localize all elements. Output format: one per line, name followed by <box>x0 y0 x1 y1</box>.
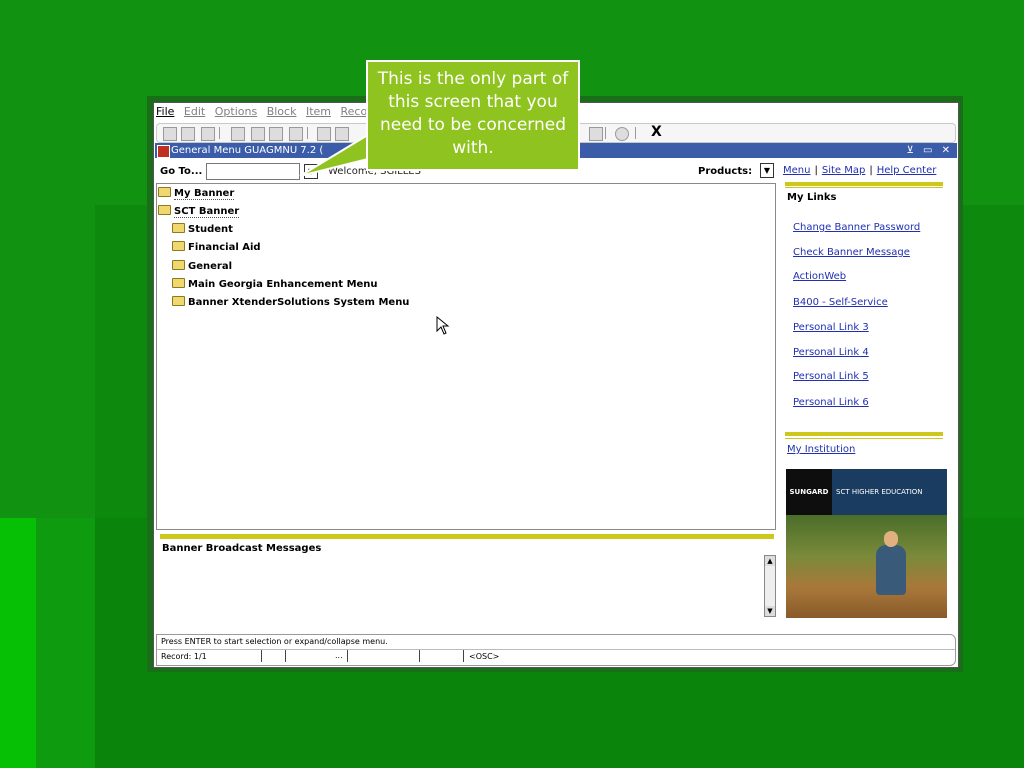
site-map-link[interactable]: Site Map <box>822 165 865 176</box>
folder-icon <box>172 278 185 288</box>
my-institution-link[interactable]: My Institution <box>787 444 855 455</box>
accent-bar <box>785 187 943 188</box>
status-divider <box>157 649 955 650</box>
toolbar-separator <box>635 127 636 139</box>
menu-file[interactable]: File <box>156 105 174 118</box>
link-actionweb[interactable]: ActionWeb <box>793 271 846 282</box>
accent-bar <box>785 438 943 439</box>
tree-item-label: Student <box>188 224 233 235</box>
sungard-logo: SUNGARD <box>786 469 832 515</box>
student-figure <box>876 531 906 595</box>
rollback-icon[interactable] <box>181 127 195 141</box>
window-controls[interactable]: ⊻ ▭ ✕ <box>906 143 953 158</box>
record-indicator: Record: 1/1 <box>161 652 207 661</box>
tree-item-label: SCT Banner <box>174 206 240 218</box>
scroll-up-icon[interactable]: ▲ <box>765 556 775 566</box>
status-separator <box>419 650 420 662</box>
sungard-subtitle: SCT HIGHER EDUCATION <box>836 488 923 496</box>
link-personal-4[interactable]: Personal Link 4 <box>793 347 869 358</box>
link-personal-5[interactable]: Personal Link 5 <box>793 371 869 382</box>
tree-item-label: Main Georgia Enhancement Menu <box>188 279 378 290</box>
status-mode: <OSC> <box>469 652 500 661</box>
status-bar: Press ENTER to start selection or expand… <box>156 634 956 666</box>
status-separator <box>347 650 348 662</box>
link-personal-6[interactable]: Personal Link 6 <box>793 397 869 408</box>
tree-item-label: My Banner <box>174 188 235 200</box>
status-separator <box>261 650 262 662</box>
scroll-down-icon[interactable]: ▼ <box>765 606 775 616</box>
status-message: Press ENTER to start selection or expand… <box>161 637 388 646</box>
clear-record-icon[interactable] <box>269 127 283 141</box>
form-title: General Menu GUAGMNU 7.2 ( <box>171 145 324 156</box>
search-icon[interactable] <box>317 127 331 141</box>
tree-item-label: Banner XtenderSolutions System Menu <box>188 297 410 308</box>
exit-button[interactable]: X <box>651 124 662 140</box>
select-icon[interactable] <box>201 127 215 141</box>
tree-item-xtender[interactable]: Banner XtenderSolutions System Menu <box>172 296 409 308</box>
my-links-title: My Links <box>787 192 837 203</box>
folder-open-icon <box>158 205 171 215</box>
accent-bar <box>785 432 943 436</box>
tree-item-georgia-enhancement[interactable]: Main Georgia Enhancement Menu <box>172 278 378 290</box>
status-separator <box>463 650 464 662</box>
link-check-message[interactable]: Check Banner Message <box>793 247 910 258</box>
tree-item-sct-banner[interactable]: SCT Banner <box>158 205 240 218</box>
status-separator <box>285 650 286 662</box>
menu-link[interactable]: Menu <box>783 165 810 176</box>
app-icon <box>157 145 170 158</box>
link-separator: | <box>814 165 818 176</box>
toolbar-separator <box>219 127 220 139</box>
insert-record-icon[interactable] <box>231 127 245 141</box>
accent-bar <box>160 534 774 539</box>
background-block <box>0 518 36 768</box>
folder-icon <box>172 223 185 233</box>
top-links: Menu | Site Map | Help Center <box>783 165 936 176</box>
mouse-cursor-icon <box>436 316 450 335</box>
broadcast-title: Banner Broadcast Messages <box>162 543 322 554</box>
products-label: Products: <box>698 166 753 177</box>
student-head <box>884 531 898 547</box>
goto-label: Go To... <box>160 166 203 177</box>
callout-box: This is the only part of this screen tha… <box>366 60 580 171</box>
link-personal-3[interactable]: Personal Link 3 <box>793 322 869 333</box>
menu-tree: My Banner SCT Banner Student Financial A… <box>156 183 776 530</box>
goto-input[interactable] <box>206 163 300 180</box>
print-icon[interactable] <box>289 127 303 141</box>
accent-bar <box>785 182 943 186</box>
right-panel: Menu | Site Map | Help Center My Links Chang… <box>783 163 947 633</box>
sungard-banner[interactable]: SUNGARD SCT HIGHER EDUCATION <box>786 469 947 515</box>
toolbar-separator <box>307 127 308 139</box>
broadcast-scrollbar[interactable]: ▲ ▼ <box>764 555 776 617</box>
banner-window: File Edit Options Block Item Record Q X … <box>153 102 959 668</box>
link-change-password[interactable]: Change Banner Password <box>793 222 920 233</box>
menu-block[interactable]: Block <box>267 105 297 118</box>
menu-options[interactable]: Options <box>215 105 257 118</box>
background-block <box>36 518 95 768</box>
menu-item[interactable]: Item <box>306 105 331 118</box>
tree-item-financial-aid[interactable]: Financial Aid <box>172 241 261 253</box>
link-self-service[interactable]: B400 - Self-Service <box>793 297 888 308</box>
folder-icon <box>172 296 185 306</box>
help-center-link[interactable]: Help Center <box>877 165 937 176</box>
products-dropdown-button[interactable]: ▼ <box>760 163 774 178</box>
tree-item-general[interactable]: General <box>172 260 232 272</box>
help-icon[interactable] <box>615 127 629 141</box>
tree-item-my-banner[interactable]: My Banner <box>158 187 235 200</box>
goto-dropdown-button[interactable]: ▼ <box>304 164 318 179</box>
filter-icon[interactable] <box>335 127 349 141</box>
student-photo <box>786 515 947 618</box>
target-icon[interactable] <box>589 127 603 141</box>
menu-edit[interactable]: Edit <box>184 105 205 118</box>
folder-icon <box>158 187 171 197</box>
link-separator: | <box>869 165 873 176</box>
save-icon[interactable] <box>163 127 177 141</box>
remove-record-icon[interactable] <box>251 127 265 141</box>
folder-icon <box>172 241 185 251</box>
tree-item-label: Financial Aid <box>188 242 261 253</box>
tree-item-student[interactable]: Student <box>172 223 233 235</box>
status-dots: ... <box>335 651 343 660</box>
toolbar-separator <box>605 127 606 139</box>
folder-icon <box>172 260 185 270</box>
tree-item-label: General <box>188 261 232 272</box>
